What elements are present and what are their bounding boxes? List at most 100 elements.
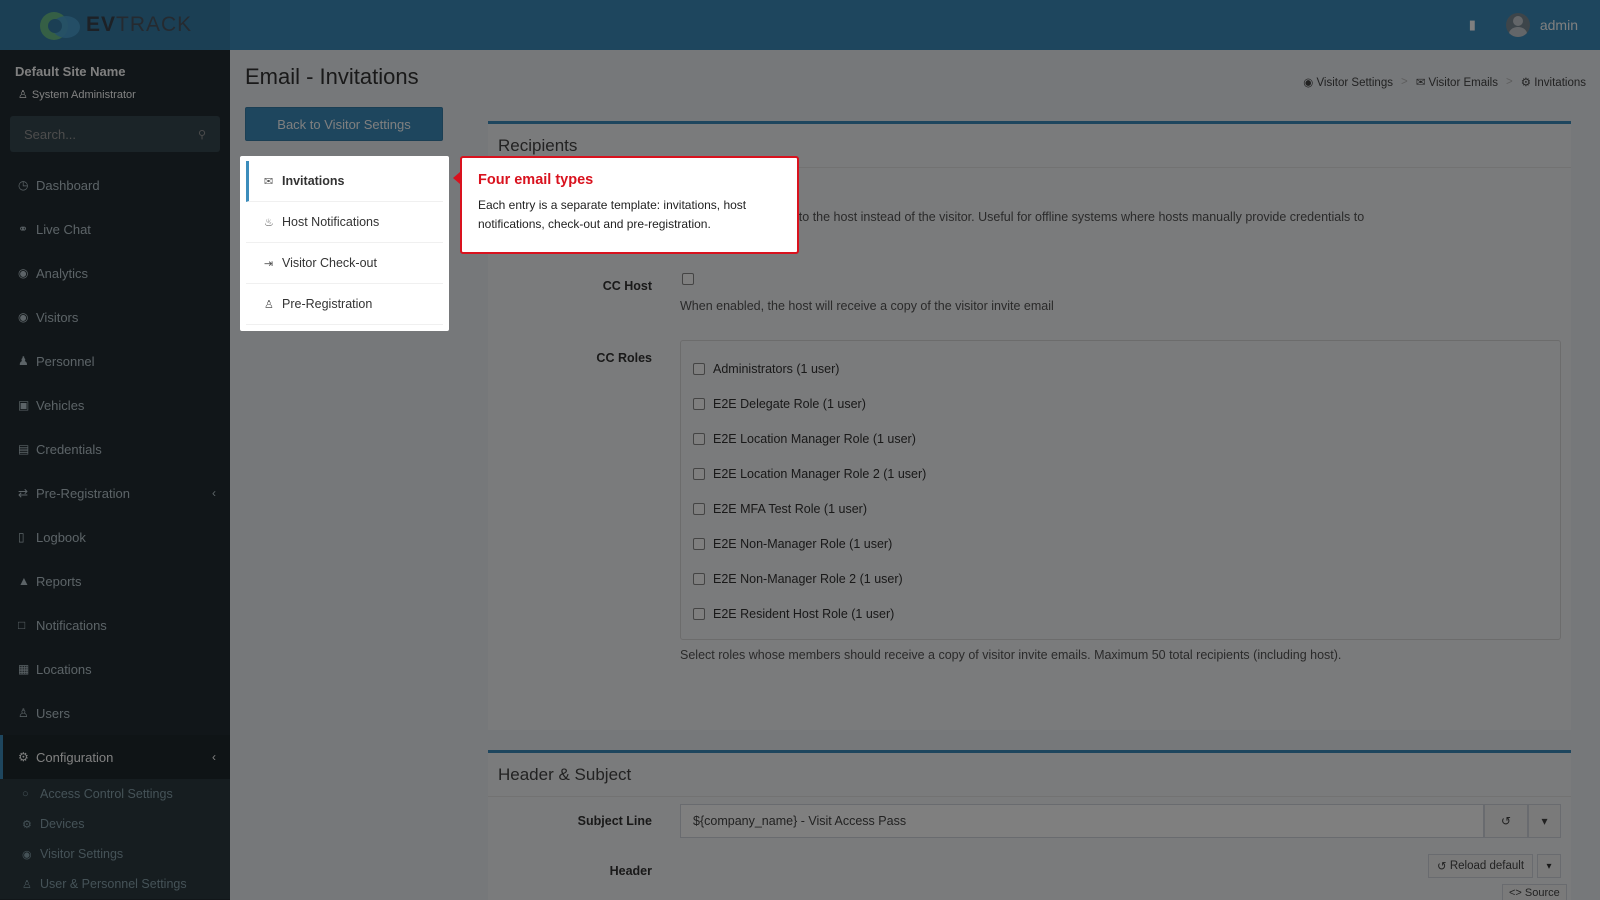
menu-item-visitor-check-out[interactable]: ⇥ Visitor Check-out (246, 243, 443, 284)
envelope-icon: ✉ (1415, 77, 1426, 89)
sidebar-item-analytics[interactable]: ◉ Analytics (0, 251, 230, 295)
sidebar-item-reports[interactable]: ▲ Reports (0, 559, 230, 603)
book-icon: ▯ (18, 530, 25, 544)
user-edit-icon: ♙ (264, 298, 274, 311)
role-option[interactable]: E2E Location Manager Role 2 (1 user) (693, 467, 926, 481)
role-option[interactable]: E2E Non-Manager Role 2 (1 user) (693, 572, 903, 586)
chevron-left-icon: ‹ (212, 750, 216, 764)
sidebar-subitem-user-personnel[interactable]: ♙ User & Personnel Settings (0, 869, 230, 899)
role-option[interactable]: E2E Non-Manager Role (1 user) (693, 537, 892, 551)
chevron-left-icon: ‹ (212, 486, 216, 500)
users-icon: ♟ (18, 354, 29, 368)
sidebar-item-visitors[interactable]: ◉ Visitors (0, 295, 230, 339)
target-icon: ◉ (18, 266, 29, 280)
gear-icon: ⚙ (18, 750, 29, 764)
top-navbar: EVTRACK ▮ admin (0, 0, 1600, 50)
subject-line-input[interactable]: ${company_name} - Visit Access Pass (680, 804, 1484, 838)
role-checkbox[interactable] (693, 363, 705, 375)
chart-icon: ▲ (18, 574, 30, 588)
role-checkbox[interactable] (693, 433, 705, 445)
breadcrumb-visitor-emails[interactable]: ✉ Visitor Emails (1416, 75, 1498, 89)
role-option[interactable]: E2E Location Manager Role (1 user) (693, 432, 916, 446)
cc-roles-list: Administrators (1 user) E2E Delegate Rol… (680, 340, 1561, 640)
sidebar-item-locations[interactable]: ▦ Locations (0, 647, 230, 691)
brand-name: EVTRACK (86, 13, 193, 36)
map-icon: ▦ (18, 662, 30, 676)
user-icon: ♙ (18, 89, 28, 101)
email-type-menu: ✉ Invitations ♨ Host Notifications ⇥ Visito… (240, 156, 449, 331)
site-name: Default Site Name (15, 64, 126, 79)
sidebar-item-personnel[interactable]: ♟ Personnel (0, 339, 230, 383)
callout-title: Four email types (478, 172, 594, 188)
sidebar-item-pre-registration[interactable]: ⇄ Pre-Registration ‹ (0, 471, 230, 515)
sidebar-item-configuration[interactable]: ⚙ Configuration ‹ (0, 735, 230, 779)
cc-roles-label: CC Roles (596, 351, 652, 365)
sidebar-item-live-chat[interactable]: ⚭ Live Chat (0, 207, 230, 251)
header-label: Header (609, 864, 652, 878)
search-icon[interactable]: ⚲ (198, 128, 206, 141)
breadcrumb-visitor-settings[interactable]: ◉ Visitor Settings (1303, 75, 1393, 89)
sidebar-subitem-access-control[interactable]: ○ Access Control Settings (0, 779, 230, 809)
role-option[interactable]: E2E Resident Host Role (1 user) (693, 607, 894, 621)
reload-dropdown-button[interactable]: ▾ (1537, 854, 1561, 878)
role-option[interactable]: E2E MFA Test Role (1 user) (693, 502, 867, 516)
cc-host-help: When enabled, the host will receive a co… (680, 299, 1054, 313)
cog-icon: ⚙ (22, 818, 32, 831)
user-menu[interactable]: admin (1505, 13, 1578, 37)
menu-item-host-notifications[interactable]: ♨ Host Notifications (246, 202, 443, 243)
bell-icon: □ (18, 618, 26, 632)
cc-host-checkbox[interactable] (682, 273, 694, 285)
user-icon: ♙ (18, 706, 29, 720)
tour-callout: Four email types Each entry is a separat… (453, 156, 799, 254)
source-button[interactable]: <> Source (1502, 884, 1567, 900)
user-name: admin (1539, 17, 1578, 33)
role-checkbox[interactable] (693, 608, 705, 620)
menu-item-pre-registration[interactable]: ♙ Pre-Registration (246, 284, 443, 325)
sidebar-item-vehicles[interactable]: ▣ Vehicles (0, 383, 230, 427)
brand-logo[interactable]: EVTRACK (0, 0, 230, 50)
recipients-description: ation emails are sent to the host instea… (680, 210, 1365, 224)
user-role: ♙ System Administrator (18, 88, 136, 102)
role-option[interactable]: E2E Delegate Role (1 user) (693, 397, 866, 411)
arrows-icon: ⇄ (18, 486, 29, 500)
eye-icon: ◉ (18, 310, 29, 324)
sidebar-item-notifications[interactable]: □ Notifications (0, 603, 230, 647)
role-option[interactable]: Administrators (1 user) (693, 362, 839, 376)
sidebar-item-dashboard[interactable]: ◷ Dashboard (0, 163, 230, 207)
sidebar-item-users[interactable]: ♙ Users (0, 691, 230, 735)
undo-icon: ↺ (1437, 861, 1450, 873)
role-checkbox[interactable] (693, 468, 705, 480)
back-to-visitor-settings-button[interactable]: Back to Visitor Settings (245, 107, 443, 141)
sidebar-subitem-visitor-settings[interactable]: ◉ Visitor Settings (0, 839, 230, 869)
lock-icon: ○ (22, 788, 29, 800)
menu-item-invitations[interactable]: ✉ Invitations (246, 161, 443, 202)
sidebar-item-logbook[interactable]: ▯ Logbook (0, 515, 230, 559)
cc-host-label: CC Host (602, 279, 652, 293)
search-input[interactable] (24, 126, 174, 142)
undo-icon: ↺ (1500, 814, 1512, 828)
sidebar-search: ⚲ (10, 116, 220, 152)
sidebar-subitem-devices[interactable]: ⚙ Devices (0, 809, 230, 839)
car-icon: ▣ (18, 398, 30, 412)
user-icon: ♙ (22, 878, 32, 891)
eye-icon: ◉ (22, 848, 32, 861)
sign-out-icon: ⇥ (264, 257, 274, 270)
callout-body: Each entry is a separate template: invit… (478, 198, 747, 231)
header-subject-title: Header & Subject (488, 753, 1571, 797)
building-icon[interactable]: ▮ (1469, 17, 1476, 33)
bell-icon: ♨ (264, 216, 274, 229)
sidebar-item-credentials[interactable]: ▤ Credentials (0, 427, 230, 471)
eye-icon: ◉ (1303, 77, 1314, 89)
role-checkbox[interactable] (693, 503, 705, 515)
reset-subject-button[interactable]: ↺ (1484, 804, 1528, 838)
id-card-icon: ▤ (18, 442, 30, 456)
subject-dropdown-button[interactable]: ▾ (1528, 804, 1561, 838)
cc-roles-help: Select roles whose members should receiv… (680, 648, 1342, 662)
role-checkbox[interactable] (693, 538, 705, 550)
reload-default-button[interactable]: ↺ Reload default (1428, 854, 1534, 878)
role-checkbox[interactable] (693, 398, 705, 410)
headset-icon: ⚭ (18, 222, 29, 236)
role-checkbox[interactable] (693, 573, 705, 585)
caret-down-icon: ▾ (1541, 814, 1548, 828)
sidebar: Default Site Name ♙ System Administrator … (0, 50, 230, 900)
